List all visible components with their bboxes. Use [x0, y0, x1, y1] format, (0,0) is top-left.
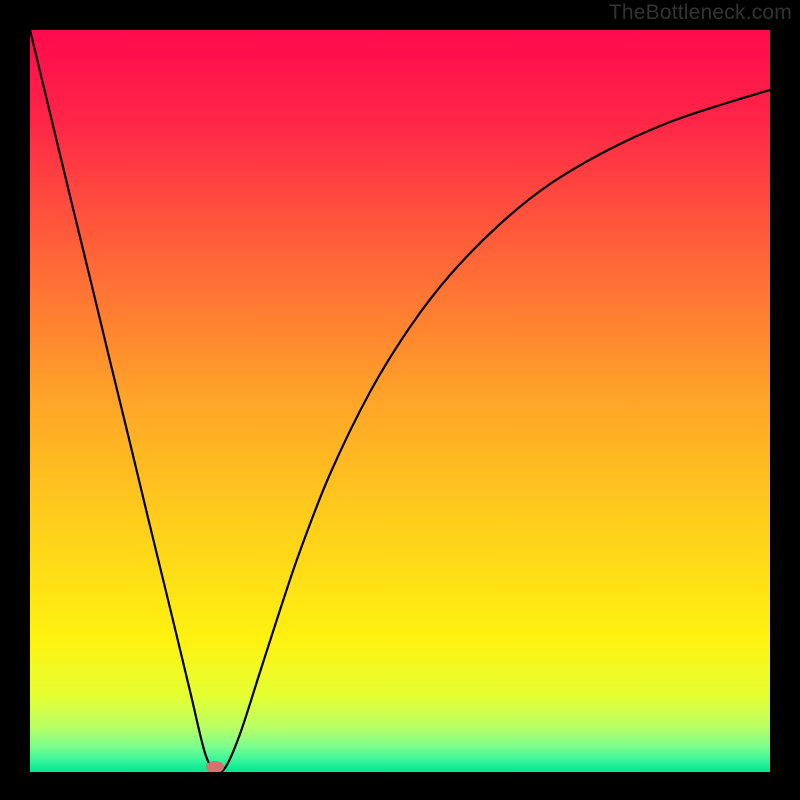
plot-area: [30, 30, 770, 772]
curve-layer: [30, 30, 770, 772]
chart-container: TheBottleneck.com: [0, 0, 800, 800]
attribution-text: TheBottleneck.com: [609, 1, 792, 25]
bottleneck-curve: [30, 30, 770, 772]
